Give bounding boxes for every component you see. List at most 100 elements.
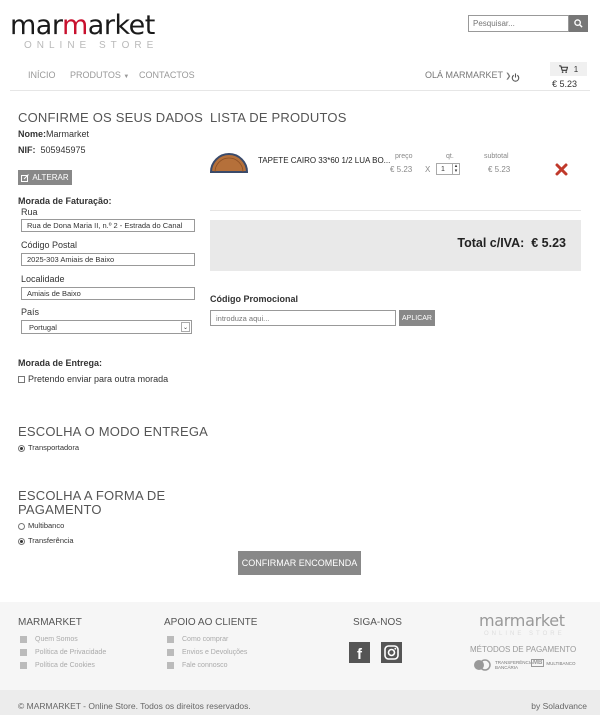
product-price: € 5.23 (390, 165, 413, 174)
rua-field[interactable]: Rua de Dona Maria II, n.º 2 - Estrada do… (21, 219, 195, 232)
developer-credit[interactable]: by Soladvance (531, 701, 587, 711)
transferencia-radio[interactable] (18, 537, 25, 545)
nav-contactos[interactable]: CONTACTOS (139, 70, 195, 80)
payment-title: ESCOLHA A FORMA DE PAGAMENTO (18, 488, 166, 517)
delivery-title: Morada de Entrega: (18, 358, 103, 368)
qty-header: qt. (446, 153, 454, 160)
price-header: preço (395, 153, 413, 160)
other-address-option[interactable]: Pretendo enviar para outra morada (18, 374, 168, 384)
product-subtotal: € 5.23 (488, 165, 511, 174)
times-sign: X (425, 165, 431, 174)
stepper-arrows-icon[interactable]: ▴ ▾ (452, 164, 459, 174)
product-name[interactable]: TAPETE CAIRO 33*60 1/2 LUA BO... (258, 156, 390, 165)
edit-button-label: ALTERAR (32, 173, 69, 182)
cart-button[interactable]: 1 (550, 62, 587, 76)
shipping-radio[interactable] (18, 444, 25, 452)
logout-button[interactable] (511, 69, 520, 87)
shipping-title: ESCOLHA O MODO ENTREGA (18, 424, 209, 439)
multibanco-logo: MB MULTIBANCO (531, 659, 576, 667)
multibanco-text: MULTIBANCO (546, 660, 576, 666)
products-divider (210, 210, 581, 211)
localidade-label: Localidade (21, 274, 65, 284)
bank-transfer-icon (474, 659, 491, 671)
truck-icon (167, 649, 174, 656)
footer-col1-title: MARMARKET (18, 617, 82, 628)
instagram-icon (384, 645, 399, 660)
cart-total: € 5.23 (552, 79, 578, 89)
cart-icon (558, 65, 568, 73)
postal-code-field[interactable]: 2025-303 Amiais de Baixo (21, 253, 195, 266)
product-thumbnail[interactable] (209, 151, 249, 178)
customer-nif-row: NIF: 505945975 (18, 145, 86, 155)
nif-value: 505945975 (40, 145, 86, 155)
bag-icon (167, 636, 174, 643)
footer-logo: marmarket (479, 611, 565, 630)
country-label: País (21, 307, 40, 317)
footer-link-envios[interactable]: Envios e Devoluções (167, 649, 247, 656)
bank-transfer-text: TRANSFERÊNCIA BANCÁRIA (495, 660, 533, 670)
nif-label: NIF: (18, 145, 36, 155)
promo-label: Código Promocional (210, 294, 299, 304)
footer-link-quem-somos[interactable]: Quem Somos (20, 636, 78, 643)
search-icon (574, 19, 583, 28)
payment-option-transferencia[interactable]: Transferência (18, 536, 74, 545)
envios-label: Envios e Devoluções (182, 649, 248, 656)
facebook-icon[interactable]: f (349, 642, 370, 663)
user-menu[interactable]: OLÁ MARMARKET ❯ (425, 70, 511, 80)
logo-text-end: arket (87, 10, 156, 41)
customer-name-row: Nome:Marmarket (18, 129, 89, 139)
bottom-bar: © MARMARKET - Online Store. Todos os dir… (0, 690, 600, 715)
apply-promo-button[interactable]: APLICAR (399, 310, 435, 326)
header-divider (10, 90, 590, 91)
nav-inicio[interactable]: INÍCIO (28, 70, 56, 80)
logo-subtitle: ONLINE STORE (24, 40, 159, 51)
name-value: Marmarket (46, 129, 90, 139)
bank-transfer-logo: TRANSFERÊNCIA BANCÁRIA (473, 659, 533, 671)
copyright: © MARMARKET - Online Store. Todos os dir… (18, 701, 251, 711)
remove-item-button[interactable] (555, 163, 568, 181)
shipping-option[interactable]: Transportadora (18, 443, 79, 452)
power-icon (511, 73, 520, 82)
country-value: Portugal (29, 322, 57, 332)
user-greeting: OLÁ MARMARKET (425, 70, 503, 80)
cart-count: 1 (573, 64, 579, 74)
footer-link-cookies[interactable]: Política de Cookies (20, 662, 95, 669)
cookies-label: Política de Cookies (35, 662, 95, 669)
quem-somos-label: Quem Somos (35, 636, 78, 643)
select-arrow-icon: ⌄ (181, 322, 190, 332)
delete-icon (555, 163, 568, 176)
multibanco-radio[interactable] (18, 522, 25, 530)
search-bar (468, 15, 588, 32)
other-address-label: Pretendo enviar para outra morada (28, 374, 169, 384)
footer-link-como-comprar[interactable]: Como comprar (167, 636, 228, 643)
search-input[interactable] (468, 15, 569, 32)
caret-down-icon: ▼ (123, 74, 130, 80)
doormat-image (209, 153, 249, 173)
promo-code-input[interactable] (210, 310, 396, 326)
chat-icon (167, 662, 174, 669)
shipping-option-label: Transportadora (28, 443, 79, 452)
confirm-data-title: CONFIRME OS SEUS DADOS (18, 110, 203, 125)
footer-logo-subtitle: ONLINE STORE (484, 631, 565, 637)
footer-link-privacidade[interactable]: Política de Privacidade (20, 649, 106, 656)
nav-produtos-label: PRODUTOS (70, 70, 121, 80)
hand-icon (20, 662, 27, 669)
total-label: Total c/IVA: (457, 236, 525, 250)
footer-link-contacto[interactable]: Fale connosco (167, 662, 228, 669)
rua-label: Rua (21, 207, 38, 217)
country-select[interactable]: Portugal ⌄ (21, 320, 192, 334)
payment-option-multibanco[interactable]: Multibanco (18, 521, 64, 530)
instagram-button[interactable] (381, 642, 402, 663)
multibanco-icon: MB (531, 659, 545, 667)
logo-text-start: mar (10, 10, 62, 41)
confirm-order-button[interactable]: CONFIRMAR ENCOMENDA (238, 551, 361, 575)
search-button[interactable] (569, 15, 588, 32)
qty-stepper[interactable]: 1 ▴ ▾ (436, 163, 460, 175)
other-address-checkbox[interactable] (18, 376, 25, 384)
edit-button[interactable]: ALTERAR (18, 170, 72, 185)
localidade-field[interactable]: Amiais de Baixo (21, 287, 195, 300)
footer-col3-title: SIGA-NOS (353, 617, 402, 628)
site-logo[interactable]: marmarket ONLINE STORE (10, 10, 158, 51)
nav-produtos[interactable]: PRODUTOS ▼ (70, 70, 129, 80)
subtotal-header: subtotal (484, 153, 509, 160)
